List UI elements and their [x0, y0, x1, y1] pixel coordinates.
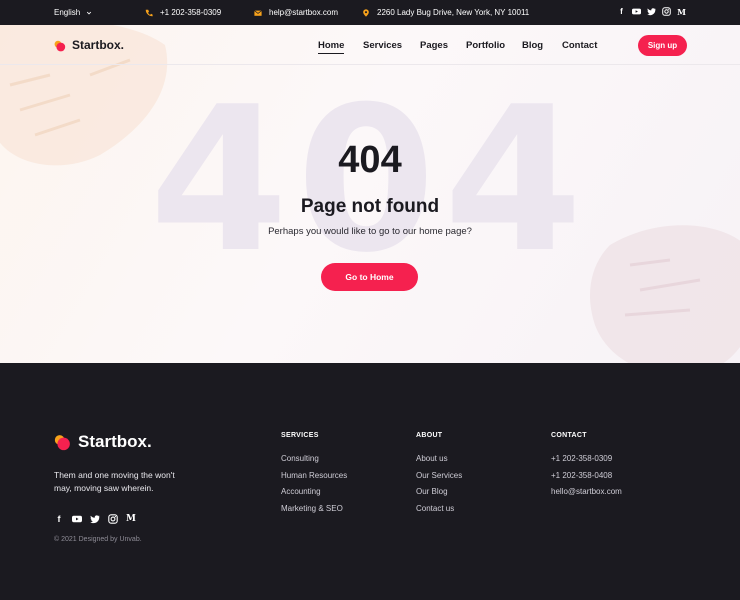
footer-link[interactable]: Human Resources [281, 471, 347, 488]
footer-column-about: ABOUT About us Our Services Our Blog Con… [416, 432, 462, 520]
page-subtitle: Perhaps you would like to go to our home… [268, 226, 472, 237]
footer-description: Them and one moving the won't may, movin… [54, 470, 175, 493]
footer: Startbox. Them and one moving the won't … [0, 363, 740, 600]
footer-contact-email[interactable]: hello@startbox.com [551, 487, 622, 504]
medium-icon[interactable]: M [677, 7, 686, 17]
twitter-icon[interactable] [90, 514, 100, 524]
top-social-links: f M [617, 7, 686, 17]
twitter-icon[interactable] [647, 7, 656, 16]
nav-item-pages[interactable]: Pages [420, 40, 448, 51]
top-bar: English +1 202-358-0309 help@startbox.co… [0, 0, 740, 25]
language-label: English [54, 8, 81, 17]
logo-text: Startbox. [72, 38, 125, 52]
footer-link[interactable]: Accounting [281, 487, 347, 504]
footer-logo-text: Startbox. [78, 432, 152, 451]
footer-column-services: SERVICES Consulting Human Resources Acco… [281, 432, 347, 520]
main-navigation: Startbox. Home Services Pages Portfolio … [0, 25, 740, 65]
error-code: 404 [338, 139, 402, 181]
logo-icon [54, 434, 71, 451]
phone-icon [145, 9, 153, 16]
nav-item-contact[interactable]: Contact [562, 40, 597, 51]
footer-link[interactable]: Contact us [416, 504, 462, 521]
chevron-down-icon [87, 11, 92, 14]
footer-logo[interactable]: Startbox. [54, 432, 152, 452]
footer-link[interactable]: Our Blog [416, 487, 462, 504]
footer-link[interactable]: Marketing & SEO [281, 504, 347, 521]
go-home-button[interactable]: Go to Home [321, 263, 418, 291]
footer-link[interactable]: Consulting [281, 454, 347, 471]
mail-icon [254, 9, 262, 16]
phone-text: +1 202-358-0309 [160, 8, 222, 17]
hero-section: 404 Startbox. Home Services Pages Portfo… [0, 25, 740, 363]
footer-column-contact: CONTACT +1 202-358-0309 +1 202-358-0408 … [551, 432, 622, 504]
footer-column-title: ABOUT [416, 432, 443, 439]
footer-social-links: f M [54, 514, 136, 524]
youtube-icon[interactable] [632, 7, 641, 16]
nav-item-services[interactable]: Services [363, 40, 402, 51]
footer-contact-phone[interactable]: +1 202-358-0309 [551, 454, 622, 471]
facebook-icon[interactable]: f [54, 514, 64, 524]
nav-item-portfolio[interactable]: Portfolio [466, 40, 505, 51]
phone-contact[interactable]: +1 202-358-0309 [145, 8, 221, 17]
logo[interactable]: Startbox. [54, 38, 124, 52]
youtube-icon[interactable] [72, 514, 82, 524]
instagram-icon[interactable] [108, 514, 118, 524]
medium-icon[interactable]: M [126, 514, 136, 524]
location-pin-icon [363, 8, 369, 17]
nav-item-blog[interactable]: Blog [522, 40, 543, 51]
nav-item-home[interactable]: Home [318, 40, 345, 54]
signup-button[interactable]: Sign up [638, 35, 687, 56]
address-text: 2260 Lady Bug Drive, New York, NY 10011 [377, 8, 530, 17]
page-title: Page not found [300, 196, 440, 217]
footer-link[interactable]: About us [416, 454, 462, 471]
logo-icon [54, 39, 66, 52]
address-contact: 2260 Lady Bug Drive, New York, NY 10011 [362, 8, 529, 17]
language-selector[interactable]: English [54, 8, 92, 17]
email-text: help@startbox.com [269, 8, 339, 17]
email-contact[interactable]: help@startbox.com [254, 8, 338, 17]
facebook-icon[interactable]: f [617, 7, 626, 16]
instagram-icon[interactable] [662, 7, 671, 16]
footer-column-title: SERVICES [281, 432, 319, 439]
footer-column-title: CONTACT [551, 432, 587, 439]
copyright: © 2021 Designed by Unvab. [54, 536, 142, 543]
footer-link[interactable]: Our Services [416, 471, 462, 488]
footer-contact-phone[interactable]: +1 202-358-0408 [551, 471, 622, 488]
